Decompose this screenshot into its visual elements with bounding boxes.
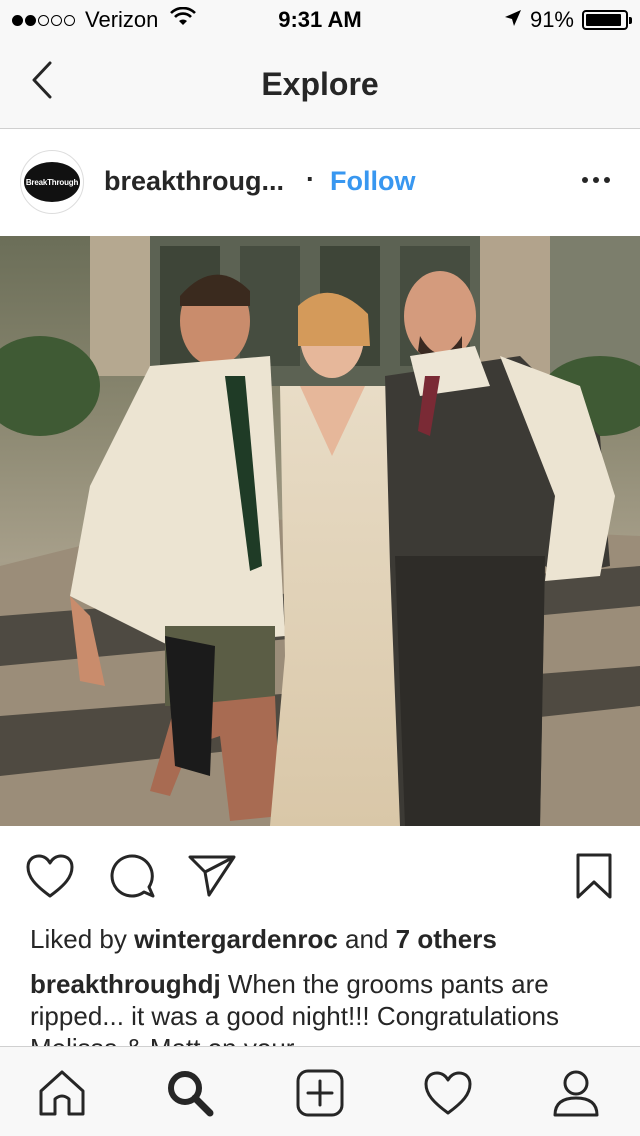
add-icon — [296, 1069, 344, 1117]
comment-button[interactable] — [106, 850, 158, 902]
caption-author[interactable]: breakthroughdj — [30, 969, 221, 999]
save-button[interactable] — [568, 850, 620, 902]
like-button[interactable] — [24, 850, 76, 902]
more-icon[interactable] — [576, 170, 616, 190]
battery-tip — [629, 17, 632, 24]
likes-others[interactable]: 7 others — [396, 924, 497, 954]
avatar-logo: BreakThrough — [24, 162, 80, 202]
tab-add[interactable] — [292, 1065, 348, 1121]
status-bar: Verizon 9:31 AM 91% — [0, 0, 640, 40]
share-button[interactable] — [186, 850, 238, 902]
comment-icon — [110, 854, 155, 898]
battery-icon — [582, 10, 632, 30]
status-right: 91% — [504, 7, 632, 33]
activity-icon — [424, 1071, 472, 1115]
battery-fill — [586, 14, 621, 26]
likes-line: Liked by wintergardenroc and 7 others — [30, 924, 497, 955]
location-arrow-icon — [504, 7, 522, 33]
post-username[interactable]: breakthroug... — [104, 166, 284, 197]
tab-search[interactable] — [162, 1065, 218, 1121]
avatar-logo-text: BreakThrough — [25, 177, 79, 187]
search-icon — [168, 1071, 214, 1117]
post-photo[interactable] — [0, 236, 640, 826]
more-dot — [593, 177, 599, 183]
follow-button[interactable]: Follow — [330, 166, 415, 197]
likes-prefix: Liked by — [30, 924, 127, 954]
tab-activity[interactable] — [420, 1065, 476, 1121]
post-photo-image — [0, 236, 640, 826]
bookmark-icon — [576, 853, 612, 899]
nav-bar: Explore — [0, 40, 640, 129]
profile-icon — [553, 1070, 599, 1117]
likes-middle: and — [345, 924, 389, 954]
battery-percent: 91% — [529, 7, 574, 32]
send-icon — [188, 855, 236, 897]
liker-username[interactable]: wintergardenroc — [134, 924, 338, 954]
post-header: BreakThrough breakthroug... · Follow — [0, 130, 640, 236]
more-dot — [604, 177, 610, 183]
separator-dot: · — [306, 164, 315, 194]
tab-bar — [0, 1046, 640, 1136]
avatar[interactable]: BreakThrough — [20, 150, 84, 214]
post-caption: breakthroughdj When the grooms pants are… — [30, 968, 620, 1046]
tab-profile[interactable] — [548, 1065, 604, 1121]
page-title: Explore — [261, 66, 379, 102]
post-actions — [0, 826, 640, 926]
more-dot — [582, 177, 588, 183]
home-icon — [39, 1070, 85, 1116]
tab-home[interactable] — [34, 1065, 90, 1121]
heart-icon — [26, 854, 74, 898]
